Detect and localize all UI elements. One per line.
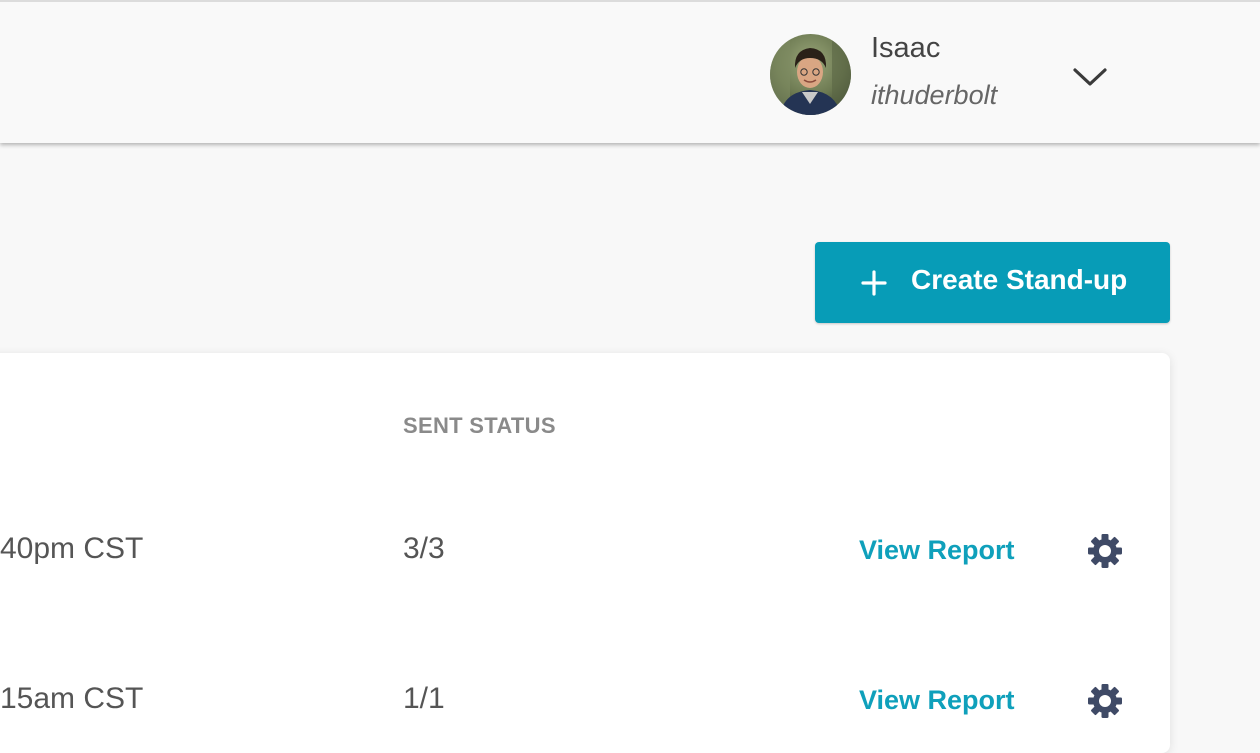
- avatar[interactable]: [770, 34, 851, 115]
- row-settings-button[interactable]: [1086, 682, 1124, 720]
- create-standup-label: Create Stand-up: [911, 264, 1128, 295]
- row-sent-status: 3/3: [403, 532, 445, 565]
- row-time: 40pm CST: [0, 532, 144, 565]
- plus-icon: [861, 270, 887, 296]
- gear-icon: [1088, 534, 1122, 568]
- create-standup-button[interactable]: Create Stand-up: [815, 242, 1170, 323]
- row-settings-button[interactable]: [1086, 532, 1124, 570]
- gear-icon: [1088, 684, 1122, 718]
- row-time: 15am CST: [0, 682, 144, 715]
- row-sent-status: 1/1: [403, 682, 445, 715]
- view-report-link[interactable]: View Report: [859, 685, 1015, 716]
- user-avatar-photo: [770, 34, 851, 115]
- user-handle: ithuderbolt: [871, 80, 998, 110]
- top-bar: Isaac ithuderbolt: [0, 0, 1260, 143]
- user-menu-toggle[interactable]: [1068, 60, 1112, 94]
- view-report-link[interactable]: View Report: [859, 535, 1015, 566]
- column-header-sent-status: SENT STATUS: [403, 413, 556, 438]
- user-name: Isaac: [871, 32, 941, 64]
- chevron-down-icon: [1073, 68, 1107, 86]
